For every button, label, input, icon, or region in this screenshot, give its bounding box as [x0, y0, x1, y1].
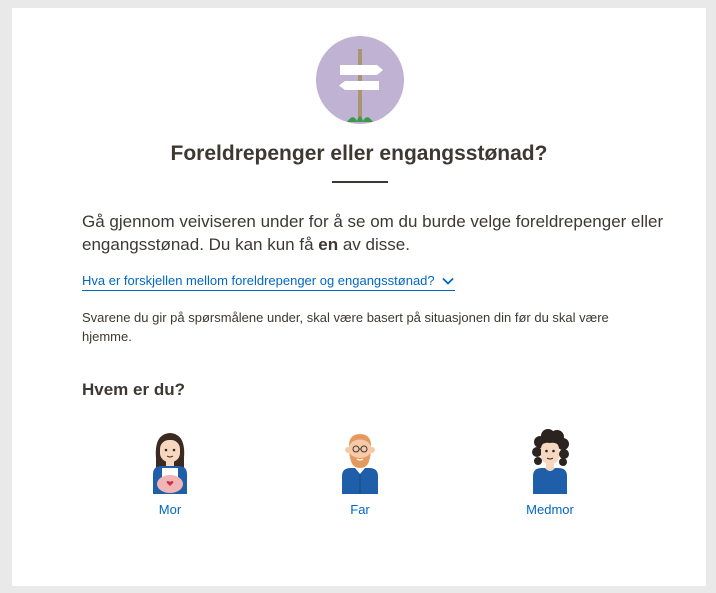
- page-title: Foreldrepenger eller engangsstønad?: [170, 142, 548, 165]
- mother-icon: [153, 433, 187, 494]
- intro-part2: av disse.: [338, 235, 410, 254]
- co-mother-icon: [532, 429, 569, 494]
- option-far-label: Far: [350, 502, 370, 517]
- signpost-icon: [316, 36, 404, 124]
- option-medmor[interactable]: Medmor: [490, 428, 610, 517]
- title-divider: [332, 181, 388, 183]
- option-medmor-label: Medmor: [526, 502, 574, 517]
- intro-text: Gå gjennom veiviseren under for å se om …: [82, 210, 672, 256]
- option-mor[interactable]: Mor: [110, 428, 230, 517]
- father-icon: [342, 434, 378, 494]
- question-heading: Hvem er du?: [82, 380, 185, 399]
- info-note: Svarene du gir på spørsmålene under, ska…: [82, 310, 609, 344]
- intro-bold: en: [318, 235, 339, 254]
- main-card: Foreldrepenger eller engangsstønad? Gå g…: [12, 8, 706, 586]
- role-options: Mor Far Medmor: [12, 428, 706, 528]
- option-far[interactable]: Far: [300, 428, 420, 517]
- accordion-label: Hva er forskjellen mellom foreldrepenger…: [82, 273, 435, 288]
- option-mor-label: Mor: [158, 502, 182, 517]
- difference-accordion[interactable]: Hva er forskjellen mellom foreldrepenger…: [82, 273, 455, 291]
- chevron-down-icon: [442, 277, 454, 285]
